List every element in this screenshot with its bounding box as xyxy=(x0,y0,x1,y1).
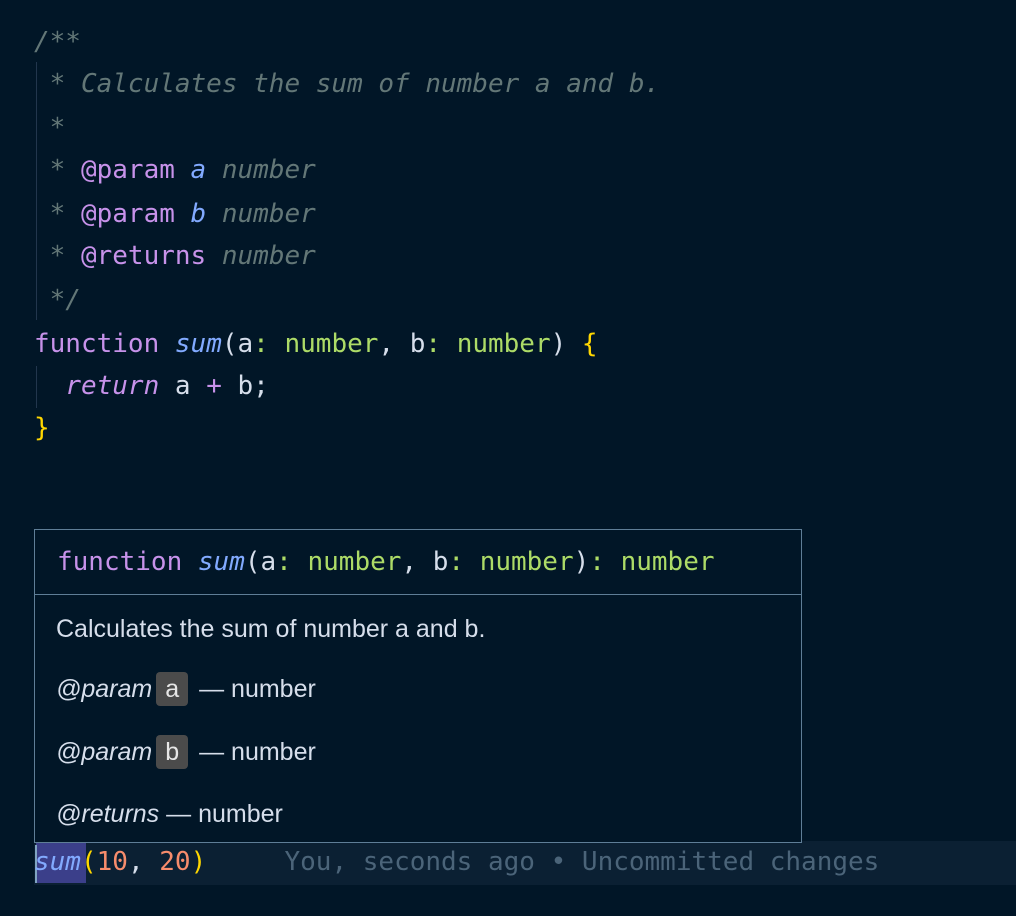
doc-param-b: @param b — number xyxy=(56,732,316,772)
call-function-name[interactable]: sum xyxy=(34,847,81,877)
git-blame-annotation: You, seconds ago • Uncommitted changes xyxy=(284,847,880,877)
code-editor[interactable]: /** * Calculates the sum of number a and… xyxy=(0,0,1016,916)
code-line: return a + b; xyxy=(65,371,269,401)
code-line: * Calculates the sum of number a and b. xyxy=(34,69,661,99)
code-line-current[interactable]: sum(10, 20) You, seconds ago • Uncommitt… xyxy=(34,842,879,882)
code-line: * @param b number xyxy=(34,199,316,229)
doc-param-a: @param a — number xyxy=(56,669,316,709)
code-line: /** xyxy=(34,27,81,57)
code-line: * @param a number xyxy=(34,155,316,185)
param-name-pill: b xyxy=(156,735,189,769)
code-line: */ xyxy=(34,285,81,315)
hover-tooltip[interactable]: function sum(a: number, b: number): numb… xyxy=(34,529,802,843)
code-line: * @returns number xyxy=(34,241,316,271)
code-line: } xyxy=(34,413,50,443)
param-name-pill: a xyxy=(156,672,189,706)
code-line: function sum(a: number, b: number) { xyxy=(34,329,598,359)
hover-signature: function sum(a: number, b: number): numb… xyxy=(35,530,801,595)
doc-summary: Calculates the sum of number a and b. xyxy=(56,615,486,643)
doc-returns: @returns — number xyxy=(56,800,283,828)
code-line: * xyxy=(34,113,66,143)
function-name[interactable]: sum xyxy=(175,329,222,359)
